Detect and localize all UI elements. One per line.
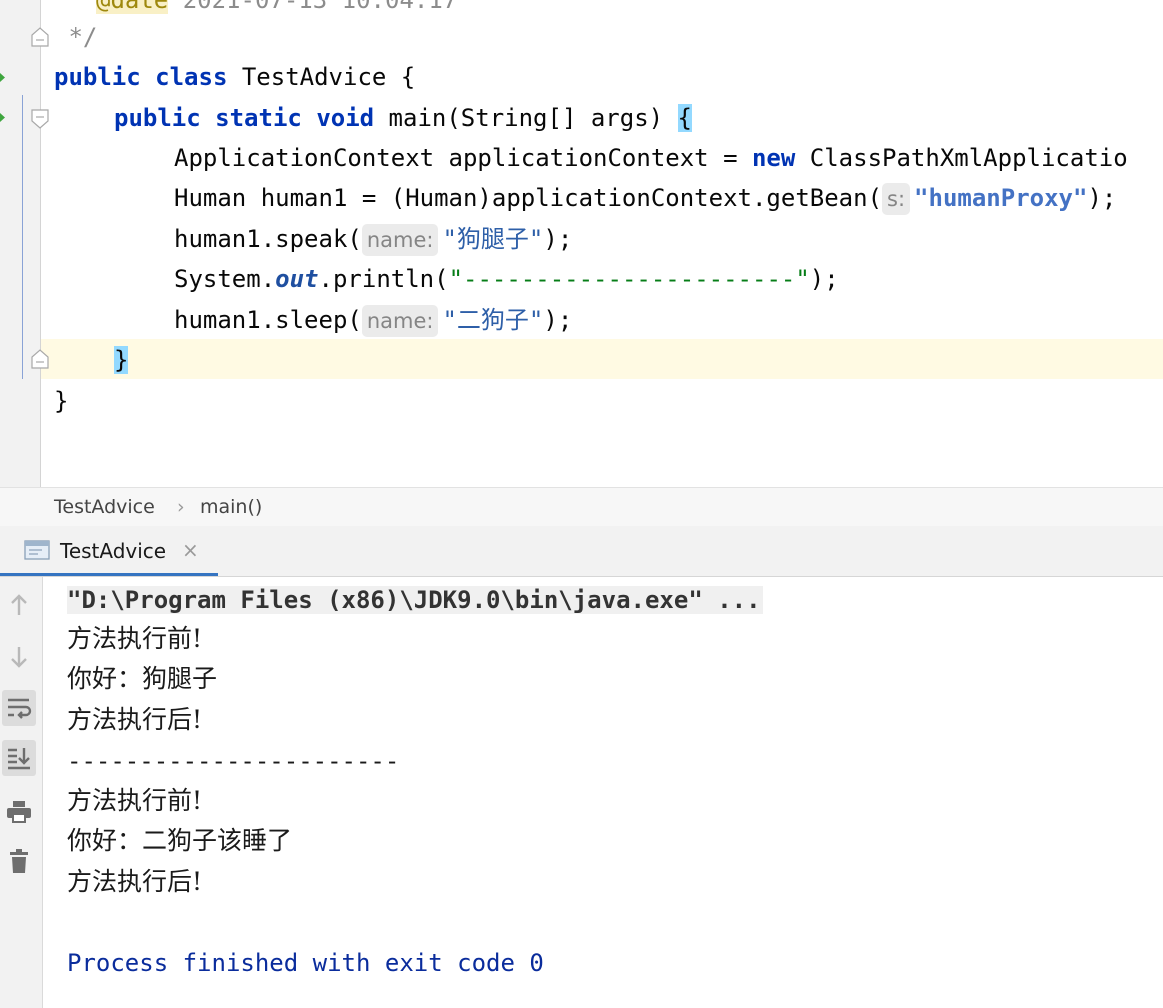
code-line-main-decl[interactable]: public static void main(String[] args) { — [114, 98, 692, 138]
process-finished-message: Process finished with exit code 0 — [67, 949, 544, 977]
code-text: ); — [809, 265, 839, 293]
keyword: static — [215, 104, 302, 132]
console-output[interactable]: "D:\Program Files (x86)\JDK9.0\bin\java.… — [43, 577, 1163, 1008]
run-marker-icon[interactable] — [0, 73, 5, 82]
parameter-hint: s: — [882, 183, 911, 215]
code-line-comment-end[interactable]: */ — [54, 17, 97, 57]
console-command-line: "D:\Program Files (x86)\JDK9.0\bin\java.… — [67, 580, 763, 620]
code-editor[interactable]: @date 2021-07-13 10:04:17 */ public clas… — [0, 0, 1163, 487]
console-toolbar — [0, 577, 43, 1008]
code-line-date[interactable]: @date 2021-07-13 10:04:17 — [96, 0, 457, 20]
down-arrow-icon[interactable] — [2, 639, 36, 675]
code-text: ); — [543, 306, 573, 334]
tab-label: TestAdvice — [60, 539, 167, 563]
matched-brace: } — [114, 346, 129, 374]
caret-row-highlight — [41, 339, 1163, 379]
keyword: new — [751, 144, 796, 172]
console-line: 方法执行前! — [67, 786, 203, 815]
comment-text: 2021-07-13 10:04:17 — [168, 0, 458, 14]
code-text: human1.speak( — [174, 225, 362, 253]
console-tab-icon — [24, 540, 50, 560]
string-literal: "humanProxy" — [914, 184, 1088, 212]
run-tool-window-header: TestAdvice × — [0, 526, 1163, 577]
string-literal: "狗腿子" — [442, 225, 544, 253]
code-line-class-close[interactable]: } — [54, 381, 68, 421]
keyword: public — [54, 63, 141, 91]
trash-icon[interactable] — [2, 843, 36, 879]
command-text[interactable]: "D:\Program Files (x86)\JDK9.0\bin\java.… — [67, 586, 763, 614]
code-line-println[interactable]: System.out.println("--------------------… — [174, 259, 839, 299]
annotation-tag: @date — [96, 0, 169, 14]
code-line-speak[interactable]: human1.speak(name: "狗腿子"); — [174, 219, 572, 259]
code-text: ); — [543, 225, 573, 253]
console-line: ----------------------- — [67, 747, 400, 775]
print-icon[interactable] — [2, 794, 36, 830]
console-line: 你好：二狗子该睡了 — [67, 826, 293, 855]
code-line-main-close[interactable]: } — [114, 340, 129, 380]
breadcrumb-class[interactable]: TestAdvice — [54, 496, 155, 518]
keyword: class — [155, 63, 228, 91]
console-line: 方法执行后! — [67, 705, 203, 734]
code-text: Human human1 = (Human)applicationContext… — [174, 184, 883, 212]
parameter-hint: name: — [361, 224, 439, 256]
string-literal: "-----------------------" — [448, 265, 810, 293]
code-text: ApplicationContext applicationContext = — [174, 144, 752, 172]
brace: { — [386, 63, 416, 91]
scroll-to-end-icon[interactable] — [2, 740, 36, 776]
fold-start-icon[interactable] — [31, 109, 49, 129]
console-line: 你好：狗腿子 — [67, 664, 218, 693]
scope-indicator — [22, 95, 23, 379]
code-line-class-decl[interactable]: public class TestAdvice { — [54, 57, 415, 97]
soft-wrap-icon[interactable] — [2, 690, 36, 726]
fold-end-icon[interactable] — [31, 27, 49, 47]
keyword: public — [114, 104, 201, 132]
string-literal: "二狗子" — [442, 306, 544, 334]
run-marker-icon[interactable] — [0, 113, 5, 122]
method-signature: main(String[] args) — [374, 104, 678, 132]
code-line-sleep[interactable]: human1.sleep(name: "二狗子"); — [174, 300, 572, 340]
active-tab-indicator — [0, 573, 218, 576]
matched-brace: { — [677, 104, 692, 132]
up-arrow-icon[interactable] — [2, 587, 36, 623]
console-line: 方法执行后! — [67, 867, 203, 896]
code-text: human1.sleep( — [174, 306, 362, 334]
tab-testadvice[interactable]: TestAdvice × — [0, 526, 218, 576]
static-field: out — [275, 265, 319, 293]
breadcrumb: TestAdvice › main() — [0, 487, 1163, 527]
editor-gutter — [0, 0, 41, 487]
fold-end-icon[interactable] — [31, 349, 49, 369]
breadcrumb-method[interactable]: main() — [200, 496, 262, 518]
code-line-context[interactable]: ApplicationContext applicationContext = … — [174, 138, 1128, 178]
parameter-hint: name: — [361, 305, 439, 337]
code-text: System. — [174, 265, 276, 293]
class-name: TestAdvice — [241, 63, 387, 91]
code-text: .println( — [318, 265, 449, 293]
breadcrumb-separator: › — [177, 496, 185, 518]
console-line: 方法执行前! — [67, 624, 203, 653]
code-line-getbean[interactable]: Human human1 = (Human)applicationContext… — [174, 178, 1116, 218]
keyword: void — [316, 104, 375, 132]
code-text: ClassPathXmlApplicatio — [795, 144, 1128, 172]
close-icon[interactable]: × — [182, 538, 199, 562]
code-text: ); — [1087, 184, 1117, 212]
